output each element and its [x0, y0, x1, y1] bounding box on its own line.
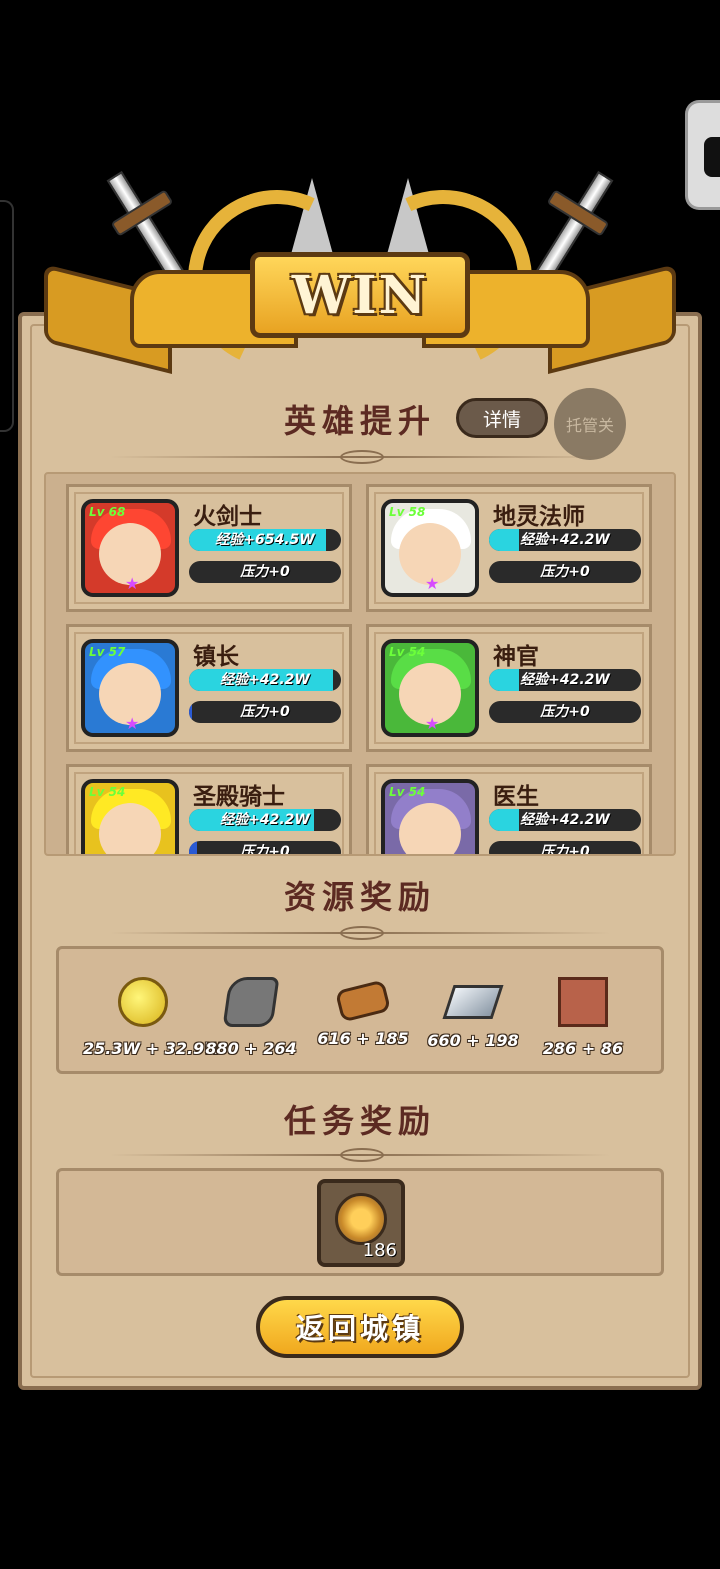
hero-name: 火剑士	[193, 503, 262, 530]
hero-name: 镇长	[193, 643, 239, 670]
pressure-text: 压力+0	[240, 844, 290, 856]
hero-portrait: Lv 54 ★	[81, 779, 179, 856]
pressure-text: 压力+0	[540, 564, 590, 580]
hero-name: 地灵法师	[493, 503, 585, 530]
cloth-icon	[558, 977, 608, 1027]
hero-face	[99, 803, 161, 854]
hero-portrait: Lv 57 ★	[81, 639, 179, 737]
auto-battle-button[interactable]: 托管关	[554, 388, 626, 460]
star-icon: ★	[125, 714, 140, 733]
resource-item-iron: 660 + 198	[413, 971, 533, 1050]
resource-rewards: 25.3W + 32.9W 880 + 264 616 + 185 660 + …	[56, 946, 664, 1074]
pressure-bar: 压力+0	[489, 561, 641, 583]
resource-value: 25.3W + 32.9W	[83, 1039, 222, 1058]
detail-button[interactable]: 详情	[456, 398, 548, 438]
exp-text: 经验+42.2W	[520, 672, 610, 688]
iron-ingot-icon	[442, 985, 504, 1019]
hero-name: 医生	[493, 783, 539, 810]
divider-ornament	[340, 1148, 384, 1162]
exp-text: 经验+42.2W	[220, 812, 310, 828]
exp-bar: 经验+42.2W	[489, 809, 641, 831]
pressure-text: 压力+0	[540, 704, 590, 720]
pressure-bar: 压力+0	[489, 841, 641, 856]
pressure-bar: 压力+0	[189, 561, 341, 583]
pressure-text: 压力+0	[240, 564, 290, 580]
exp-bar: 经验+42.2W	[489, 669, 641, 691]
medal-icon	[335, 1193, 387, 1245]
stone-icon	[222, 977, 280, 1027]
exp-bar: 经验+42.2W	[489, 529, 641, 551]
exp-text: 经验+42.2W	[520, 812, 610, 828]
hero-portrait: Lv 58 ★	[381, 499, 479, 597]
penguin-icon	[704, 137, 720, 177]
star-icon: ★	[425, 854, 439, 856]
hero-name: 圣殿骑士	[193, 783, 285, 810]
win-title: WIN	[291, 264, 429, 326]
task-reward-count: 186	[362, 1240, 397, 1261]
hero-list[interactable]: Lv 68 ★ 火剑士经验+654.5W 压力+0 Lv 58 ★ 地灵法师经验+42.2W…	[44, 472, 676, 856]
pressure-bar: 压力+0	[189, 701, 341, 723]
star-icon: ★	[125, 854, 139, 856]
pressure-bar: 压力+0	[489, 701, 641, 723]
pressure-bar: 压力+0	[189, 841, 341, 856]
hero-name: 神官	[493, 643, 539, 670]
resource-section-title: 资源奖励	[283, 878, 436, 916]
wood-log-icon	[334, 979, 392, 1023]
exp-text: 经验+42.2W	[520, 532, 610, 548]
hero-card[interactable]: Lv 54 ★ 圣殿骑士经验+42.2W 压力+0	[66, 764, 352, 856]
resource-value: 880 + 264	[205, 1039, 297, 1058]
task-rewards: 186	[56, 1168, 664, 1276]
hero-level: Lv 54	[389, 645, 426, 659]
hero-level: Lv 68	[89, 505, 126, 519]
hero-level: Lv 58	[389, 505, 426, 519]
exp-text: 经验+42.2W	[220, 672, 310, 688]
hero-level: Lv 54	[389, 785, 426, 799]
hero-card[interactable]: Lv 54 ★ 医生经验+42.2W 压力+0	[366, 764, 652, 856]
hero-card[interactable]: Lv 68 ★ 火剑士经验+654.5W 压力+0	[66, 484, 352, 612]
exp-bar: 经验+42.2W	[189, 669, 341, 691]
resource-item-wood: 616 + 185	[303, 971, 423, 1048]
resource-value: 286 + 86	[542, 1039, 624, 1058]
star-icon: ★	[425, 574, 440, 593]
gold-coin-icon	[118, 977, 168, 1027]
pressure-text: 压力+0	[240, 704, 290, 720]
hero-level: Lv 54	[89, 785, 126, 799]
hero-portrait: Lv 54 ★	[381, 779, 479, 856]
task-section-title: 任务奖励	[283, 1102, 436, 1140]
hero-portrait: Lv 68 ★	[81, 499, 179, 597]
hero-card[interactable]: Lv 54 ★ 神官经验+42.2W 压力+0	[366, 624, 652, 752]
exp-text: 经验+654.5W	[215, 532, 315, 548]
hero-card[interactable]: Lv 58 ★ 地灵法师经验+42.2W 压力+0	[366, 484, 652, 612]
resource-item-stone: 880 + 264	[191, 971, 311, 1058]
exp-bar: 经验+42.2W	[189, 809, 341, 831]
return-to-town-button[interactable]: 返回城镇	[256, 1296, 464, 1358]
hero-card[interactable]: Lv 57 ★ 镇长经验+42.2W 压力+0	[66, 624, 352, 752]
resource-item-cloth: 286 + 86	[523, 971, 643, 1058]
hero-portrait: Lv 54 ★	[381, 639, 479, 737]
star-icon: ★	[425, 714, 440, 733]
resource-value: 660 + 198	[427, 1031, 519, 1050]
divider-ornament	[340, 450, 384, 464]
hero-face	[399, 803, 461, 854]
hero-level: Lv 57	[89, 645, 126, 659]
task-reward-item[interactable]: 186	[317, 1179, 405, 1267]
star-icon: ★	[125, 574, 140, 593]
win-banner: WIN	[40, 160, 680, 400]
ribbon-center: WIN	[250, 252, 470, 338]
resource-value: 616 + 185	[317, 1029, 409, 1048]
side-menu-button[interactable]	[685, 100, 720, 210]
exp-bar: 经验+654.5W	[189, 529, 341, 551]
divider-ornament	[340, 926, 384, 940]
resource-item-gold: 25.3W + 32.9W	[83, 971, 222, 1058]
pressure-text: 压力+0	[540, 844, 590, 856]
